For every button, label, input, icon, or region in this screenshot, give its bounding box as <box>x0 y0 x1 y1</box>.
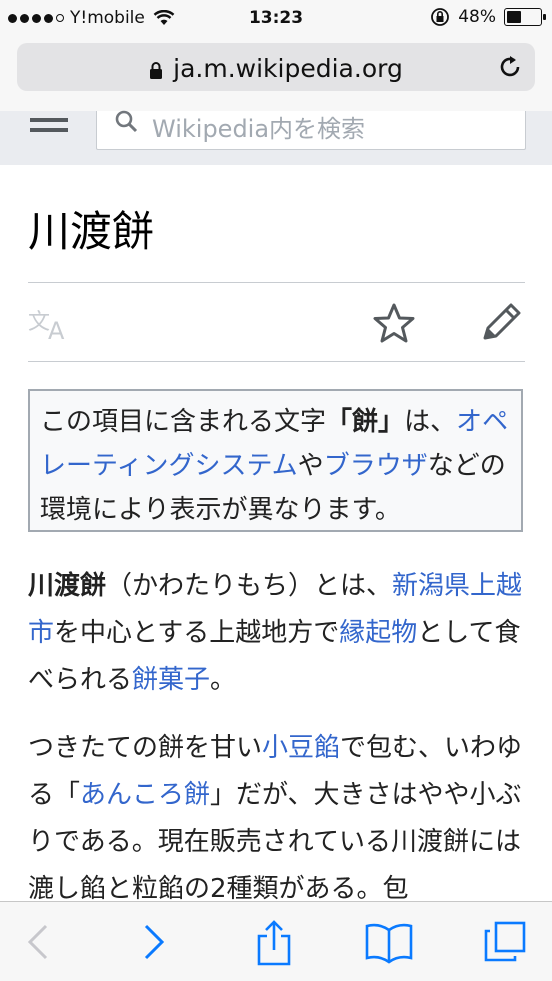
star-icon[interactable] <box>372 302 416 344</box>
notice-text: は、 <box>404 407 457 437</box>
address-bar[interactable]: ja.m.wikipedia.org <box>17 43 535 91</box>
article-paragraph-1: 川渡餅（かわたりもち）とは、新潟県上越市を中心とする上越地方で縁起物として食べら… <box>28 563 525 704</box>
battery-percent: 48% <box>458 7 496 27</box>
menu-icon[interactable] <box>30 115 68 143</box>
status-right: 48% <box>430 7 546 27</box>
link-mochigashi[interactable]: 餅菓子 <box>132 665 210 695</box>
browser-address-area: ja.m.wikipedia.org <box>0 36 552 111</box>
notice-bracket-open: 「 <box>326 407 353 437</box>
article-paragraph-2: つきたての餅を甘い小豆餡で包む、いわゆる「あんころ餅」だが、大きさはやや小ぶりで… <box>28 725 525 913</box>
forward-icon[interactable] <box>140 920 168 964</box>
page-title: 川渡餅 <box>28 207 155 256</box>
notice-char: 餅 <box>352 407 379 437</box>
url-text: ja.m.wikipedia.org <box>173 54 403 83</box>
status-bar: Y!mobile 13:23 48% <box>0 0 552 36</box>
pencil-icon[interactable] <box>479 302 523 344</box>
link-browser[interactable]: ブラウザ <box>324 451 428 481</box>
notice-bracket-close: 」 <box>378 407 405 437</box>
paragraph-text: 。 <box>210 665 237 695</box>
back-icon[interactable] <box>24 920 52 964</box>
lead-term: 川渡餅 <box>28 571 107 601</box>
share-icon[interactable] <box>254 920 294 968</box>
link-ankoromochi[interactable]: あんころ餅 <box>80 780 210 810</box>
bookmarks-icon[interactable] <box>364 920 414 964</box>
browser-toolbar <box>0 901 552 981</box>
search-icon <box>115 110 138 133</box>
link-engimono[interactable]: 縁起物 <box>339 618 417 648</box>
notice-box: この項目に含まれる文字「餅」は、オペレーティングシステムやブラウザなどの環境によ… <box>28 389 523 532</box>
search-placeholder: Wikipedia内を検索 <box>152 115 366 143</box>
url-display[interactable]: ja.m.wikipedia.org <box>17 54 535 83</box>
notice-text: この項目に含まれる文字 <box>40 407 327 437</box>
wiki-header: Wikipedia内を検索 <box>0 110 552 165</box>
link-niigata[interactable]: 新潟県 <box>392 571 470 601</box>
paragraph-text: を中心とする上越地方で <box>54 618 340 648</box>
page-actions: 文 A <box>28 282 525 362</box>
lock-icon <box>150 61 163 79</box>
reload-icon[interactable] <box>497 54 523 80</box>
paragraph-text: つきたての餅を甘い <box>28 733 263 763</box>
paragraph-text: （かわたりもち）とは、 <box>106 571 393 601</box>
link-azukian[interactable]: 小豆餡 <box>262 733 340 763</box>
svg-text:文: 文 <box>28 310 50 335</box>
battery-icon <box>504 8 546 26</box>
orientation-lock-icon <box>431 8 450 26</box>
notice-text: や <box>297 451 324 481</box>
search-input[interactable]: Wikipedia内を検索 <box>96 110 526 150</box>
svg-text:A: A <box>48 317 65 341</box>
translate-icon[interactable]: 文 A <box>28 305 74 341</box>
tabs-icon[interactable] <box>482 920 528 964</box>
